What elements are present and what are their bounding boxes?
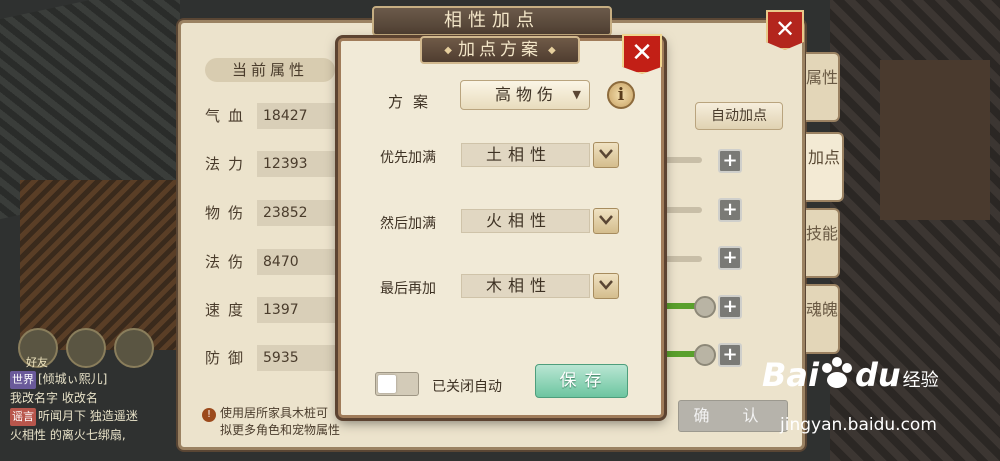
watermark-brand-tail: du [854, 356, 901, 394]
tab-attributes[interactable]: 属性 [806, 52, 840, 122]
tab-add-points[interactable]: 加点 [806, 132, 844, 202]
watermark-brand: Bai [762, 356, 819, 394]
add-point-button[interactable]: + [718, 198, 742, 222]
add-point-button[interactable]: + [718, 295, 742, 319]
plan-select[interactable]: 高物伤 ▼ [460, 80, 590, 110]
chat-channel-tag: 世界 [10, 371, 36, 389]
chat-bubble-button[interactable] [66, 328, 106, 368]
tab-label: 属性 [806, 68, 839, 87]
plus-icon: + [722, 344, 738, 365]
save-button[interactable]: 保存 [535, 364, 628, 398]
paw-icon [821, 357, 852, 388]
attribute-label: 法力 [205, 155, 252, 173]
ornament-icon: ◆ [444, 45, 452, 56]
auto-add-points-button[interactable]: 自动加点 [695, 102, 783, 130]
chat-line: 世界 [倾城ぃ熙儿] [10, 370, 185, 389]
hint-line: 使用居所家具木桩可 [220, 406, 329, 420]
plan-label: 方案 [388, 93, 439, 111]
add-point-button[interactable]: + [718, 343, 742, 367]
panel-close-button[interactable]: ✕ [766, 10, 804, 50]
chat-text: 火相性 的离火七绑扇, [10, 428, 126, 442]
priority-value: 火相性 [486, 211, 553, 230]
chat-text: [倾城ぃ熙儿] [38, 372, 108, 386]
attribute-label: 防御 [205, 349, 252, 367]
point-bar [660, 157, 702, 163]
point-bar [660, 207, 702, 213]
priority-label: 然后加满 [380, 216, 436, 232]
priority-3-dropdown-button[interactable] [593, 273, 619, 299]
attribute-value: 23852 [257, 200, 337, 226]
ornament-icon: ◆ [548, 45, 556, 56]
tab-label: 技能 [806, 224, 839, 243]
priority-2-dropdown-button[interactable] [593, 208, 619, 234]
chevron-down-icon [599, 149, 613, 159]
dialog-title: ◆ 加点方案 ◆ [420, 36, 580, 64]
chevron-down-icon [599, 215, 613, 225]
plan-select-value: 高物伤 [495, 85, 559, 104]
priority-label: 优先加满 [380, 150, 436, 166]
attribute-label: 法伤 [205, 253, 252, 271]
close-icon: ✕ [774, 15, 796, 43]
toggle-knob [378, 375, 396, 393]
priority-1-select[interactable]: 土相性 [461, 143, 590, 167]
chat-log[interactable]: 世界 [倾城ぃ熙儿] 我改名字 收改名 谣言 听闻月下 独造遥迷 火相性 的离火七绑… [10, 370, 185, 444]
priority-2-select[interactable]: 火相性 [461, 209, 590, 233]
panel-title: 相性加点 [372, 6, 612, 36]
baidu-watermark: Bai du 经验 [762, 356, 939, 394]
auto-toggle[interactable] [375, 372, 419, 396]
hint-line: 拟更多角色和宠物属性 [220, 423, 341, 437]
info-button[interactable]: i [607, 81, 635, 109]
attribute-value: 18427 [257, 103, 337, 129]
plus-icon: + [722, 296, 738, 317]
background-building [20, 180, 180, 350]
add-point-button[interactable]: + [718, 149, 742, 173]
warning-icon: ! [202, 408, 216, 422]
attribute-value: 12393 [257, 151, 337, 177]
priority-3-select[interactable]: 木相性 [461, 274, 590, 298]
chat-text: 听闻月下 独造遥迷 [38, 409, 138, 423]
chat-text: 我改名字 收改名 [10, 391, 98, 405]
info-icon: i [617, 85, 625, 105]
priority-label: 最后再加 [380, 281, 436, 297]
priority-value: 土相性 [486, 145, 553, 164]
current-attributes-header: 当前属性 [205, 58, 335, 82]
point-slider-handle[interactable] [694, 344, 716, 366]
chat-line: 火相性 的离火七绑扇, [10, 426, 185, 444]
priority-value: 木相性 [486, 276, 553, 295]
plus-icon: + [722, 150, 738, 171]
tab-skills[interactable]: 技能 [806, 208, 840, 278]
tab-label: 魂魄 [806, 300, 839, 319]
point-bar [660, 256, 702, 262]
watermark-sub: 经验 [902, 370, 939, 391]
tab-soul[interactable]: 魂魄 [806, 284, 840, 354]
tab-label: 加点 [807, 148, 840, 167]
attribute-label: 速度 [205, 301, 252, 319]
chevron-down-icon [599, 280, 613, 290]
add-point-button[interactable]: + [718, 246, 742, 270]
attribute-value: 1397 [257, 297, 337, 323]
attribute-label: 物伤 [205, 204, 252, 222]
auto-toggle-label: 已关闭自动 [432, 379, 502, 395]
attribute-value: 8470 [257, 249, 337, 275]
watermark-url: jingyan.baidu.com [780, 415, 937, 435]
chat-line: 我改名字 收改名 [10, 389, 185, 407]
attribute-value: 5935 [257, 345, 337, 371]
plus-icon: + [722, 199, 738, 220]
chat-channel-tag: 谣言 [10, 408, 36, 426]
point-slider-handle[interactable] [694, 296, 716, 318]
friend-label: 好友 [26, 356, 48, 369]
priority-1-dropdown-button[interactable] [593, 142, 619, 168]
attribute-label: 气血 [205, 107, 252, 125]
voice-button[interactable] [114, 328, 154, 368]
close-icon: ✕ [631, 38, 653, 68]
chat-line: 谣言 听闻月下 独造遥迷 [10, 407, 185, 426]
dialog-title-text: 加点方案 [458, 40, 542, 60]
chevron-down-icon: ▼ [572, 88, 581, 101]
confirm-button[interactable]: 确 认 [678, 400, 788, 432]
background-shop [880, 60, 990, 220]
plus-icon: + [722, 247, 738, 268]
dialog-close-button[interactable]: ✕ [622, 34, 662, 74]
